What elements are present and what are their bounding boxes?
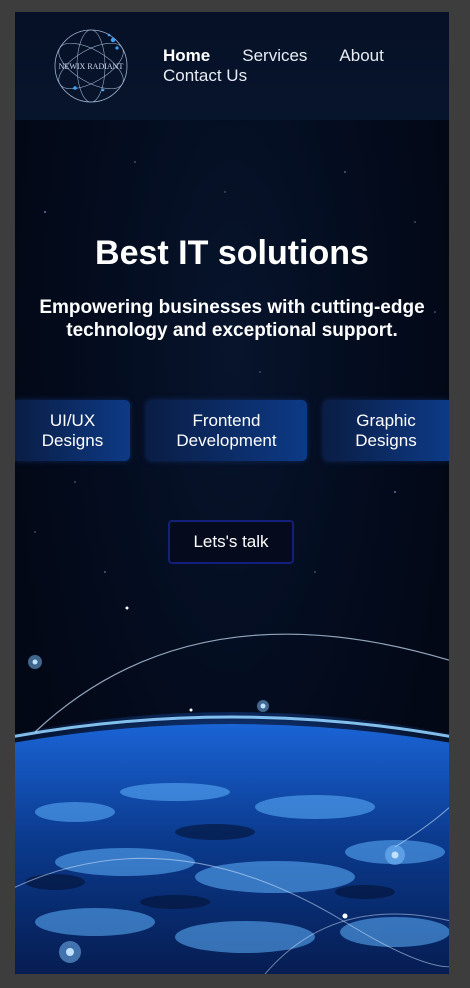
nav-about[interactable]: About	[339, 46, 383, 66]
earth-horizon-image	[15, 606, 449, 974]
nav-services[interactable]: Services	[242, 46, 307, 66]
logo-text: NEWIX RADIANT	[59, 62, 124, 71]
lets-talk-button[interactable]: Lets's talk	[168, 520, 294, 564]
service-uiux-button[interactable]: UI/UX Designs	[15, 400, 130, 461]
service-graphic-label: Graphic Designs	[355, 410, 417, 450]
hero-title: Best IT solutions	[95, 234, 369, 272]
newix-radiant-logo[interactable]: NEWIX RADIANT	[51, 26, 131, 106]
service-frontend-label: Frontend Development	[176, 410, 277, 450]
service-frontend-button[interactable]: Frontend Development	[146, 400, 307, 461]
service-graphic-button[interactable]: Graphic Designs	[323, 400, 449, 461]
site-header: NEWIX RADIANT Home Services About Contact …	[15, 12, 449, 120]
service-uiux-label: UI/UX Designs	[41, 410, 104, 450]
app-viewport: NEWIX RADIANT Home Services About Contact …	[15, 12, 449, 974]
main-nav: Home Services About Contact Us	[163, 46, 433, 86]
nav-home[interactable]: Home	[163, 46, 210, 66]
nav-contact[interactable]: Contact Us	[163, 66, 401, 86]
hero-subtitle: Empowering businesses with cutting-edge …	[39, 297, 425, 341]
